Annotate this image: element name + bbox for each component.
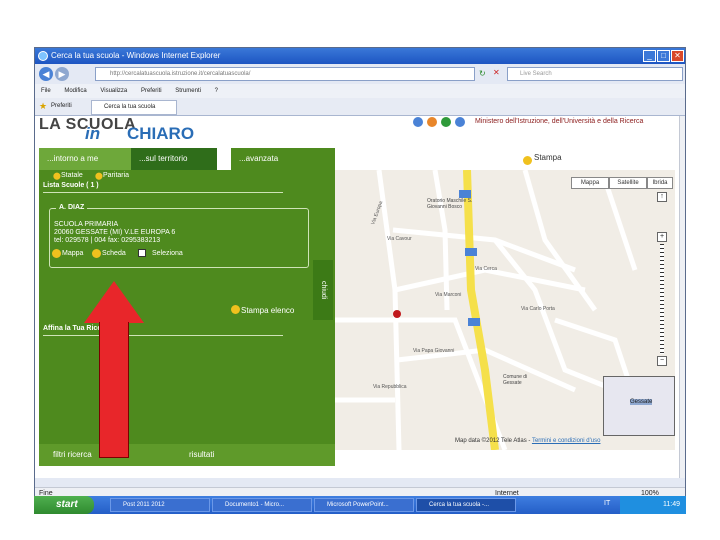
browser-tab[interactable]: Cerca la tua scuola: [91, 100, 177, 115]
maximize-button[interactable]: □: [657, 50, 670, 62]
refresh-icon[interactable]: ↻: [479, 69, 486, 78]
tab-territorio[interactable]: ...sul territorio: [131, 148, 217, 170]
panel-tabs: filtri ricerca risultati: [39, 444, 335, 466]
tab-intorno[interactable]: ...intorno a me: [39, 148, 131, 170]
minimize-button[interactable]: _: [643, 50, 656, 62]
menu-help[interactable]: ?: [215, 88, 218, 94]
chiudi-button[interactable]: chiudi: [313, 260, 333, 320]
ie-window: Cerca la tua scuola - Windows Internet E…: [34, 47, 686, 513]
map-attribution: Map data ©2012 Tele Atlas - Termini e co…: [455, 438, 601, 444]
favorites-label[interactable]: Preferiti: [51, 103, 72, 109]
map-mode-button[interactable]: Mappa: [571, 177, 609, 189]
school-marker-icon[interactable]: [393, 310, 401, 318]
pan-up-icon[interactable]: ↑: [657, 192, 667, 202]
filter-statale[interactable]: Statale: [61, 172, 83, 179]
school-type: SCUOLA PRIMARIA: [54, 221, 119, 228]
divider: [43, 335, 283, 336]
zoom-slider[interactable]: [660, 244, 664, 354]
mappa-link[interactable]: Mappa: [62, 250, 83, 257]
risultati-tab[interactable]: risultati: [189, 450, 214, 459]
language-indicator[interactable]: IT: [604, 500, 610, 507]
miur-logo-icon: [455, 117, 465, 127]
oratorio-label: Oratorio Maschile S. Giovanni Bosco: [427, 198, 473, 210]
street-label: Via Repubblica: [373, 384, 407, 390]
close-button[interactable]: ✕: [671, 50, 684, 62]
menu-preferiti[interactable]: Preferiti: [141, 88, 162, 94]
taskbar-item[interactable]: Documento1 - Micro...: [212, 498, 312, 512]
vertical-scrollbar[interactable]: [679, 116, 685, 478]
divider: [43, 192, 283, 193]
ie-logo-icon: [38, 51, 48, 61]
overview-inset[interactable]: Gessate: [603, 376, 675, 436]
satellite-mode-button[interactable]: Satellite: [609, 177, 647, 189]
taskbar: start Post 2011 2012 Documento1 - Micro.…: [34, 496, 686, 514]
hybrid-mode-button[interactable]: Ibrida: [647, 177, 673, 189]
stop-icon[interactable]: ✕: [493, 68, 500, 77]
comune-label: Comune di Gessate: [503, 374, 528, 386]
red-arrow-shaft: [99, 322, 129, 458]
address-bar: ◀ ▶ http://cercalatuascuola.istruzione.i…: [35, 64, 685, 84]
ministry-title: Ministero dell'Istruzione, dell'Universi…: [475, 118, 644, 125]
taskbar-item[interactable]: Post 2011 2012: [110, 498, 210, 512]
favorites-bar: ★ Preferiti Cerca la tua scuola: [35, 98, 685, 116]
system-tray: 11:49: [620, 496, 686, 514]
miur-logo-icon: [441, 117, 451, 127]
zoom-in-button[interactable]: +: [657, 232, 667, 242]
menu-bar: File Modifica Visualizza Preferiti Strum…: [35, 84, 685, 98]
inset-label: Gessate: [630, 399, 653, 405]
school-address: 20060 GESSATE (MI) V.LE EUROPA 6: [54, 229, 176, 236]
taskbar-item[interactable]: Microsoft PowerPoint...: [314, 498, 414, 512]
seleziona-checkbox[interactable]: [138, 249, 146, 257]
street-label: Via Cavour: [387, 236, 412, 242]
search-input[interactable]: Live Search: [507, 67, 683, 81]
school-card: A. DIAZ SCUOLA PRIMARIA 20060 GESSATE (M…: [49, 204, 309, 268]
pin-icon: ⬤: [95, 173, 103, 180]
zoom-control: [669, 192, 675, 352]
logo-chiaro: CHIARO: [127, 124, 195, 143]
street-label: Via Cerca: [475, 266, 497, 272]
scheda-link[interactable]: Scheda: [102, 250, 126, 257]
menu-strumenti[interactable]: Strumenti: [175, 88, 201, 94]
terms-link[interactable]: Termini e condizioni d'uso: [532, 438, 601, 444]
back-icon[interactable]: ◀: [39, 67, 53, 81]
stampa-elenco-button[interactable]: Stampa elenco: [241, 306, 294, 315]
menu-visualizza[interactable]: Visualizza: [100, 88, 127, 94]
miur-logo-icon: [427, 117, 437, 127]
street-label: Via Carlo Porta: [521, 306, 555, 312]
list-title: Lista Scuole ( 1 ): [43, 182, 99, 189]
start-button[interactable]: start: [34, 496, 94, 514]
filtri-tab[interactable]: filtri ricerca: [53, 450, 92, 459]
logo-in: in: [85, 124, 101, 143]
pin-icon: ⬤: [53, 173, 61, 180]
stampa-button[interactable]: Stampa: [522, 153, 562, 162]
miur-logo-icon: [413, 117, 423, 127]
mappa-icon: [52, 249, 61, 258]
seleziona-label: Seleziona: [152, 250, 183, 257]
school-name[interactable]: A. DIAZ: [56, 204, 88, 211]
school-phone: tel: 029578 | 004 fax: 0295383213: [54, 237, 161, 244]
street-label: Via Papa Giovanni: [413, 348, 455, 354]
filter-paritaria[interactable]: Paritaria: [103, 172, 129, 179]
zoom-out-button[interactable]: −: [657, 356, 667, 366]
horizontal-scrollbar[interactable]: [35, 478, 685, 488]
tab-avanzata[interactable]: ...avanzata: [231, 148, 335, 170]
red-arrow-head: [84, 281, 144, 323]
map-view[interactable]: Oratorio Maschile S. Giovanni Bosco Comu…: [335, 170, 675, 450]
scheda-icon: [92, 249, 101, 258]
stampa-elenco-icon: [231, 305, 240, 314]
clock[interactable]: 11:49: [663, 501, 680, 508]
menu-modifica[interactable]: Modifica: [64, 88, 86, 94]
title-bar: Cerca la tua scuola - Windows Internet E…: [35, 48, 685, 64]
menu-file[interactable]: File: [41, 88, 51, 94]
star-icon[interactable]: ★: [39, 101, 47, 112]
forward-icon[interactable]: ▶: [55, 67, 69, 81]
url-input[interactable]: http://cercalatuascuola.istruzione.it/ce…: [95, 67, 475, 81]
taskbar-item-active[interactable]: Cerca la tua scuola -...: [416, 498, 516, 512]
sp120-road: [463, 170, 499, 450]
street-label: Via Marconi: [435, 292, 462, 298]
window-title: Cerca la tua scuola - Windows Internet E…: [51, 51, 221, 60]
